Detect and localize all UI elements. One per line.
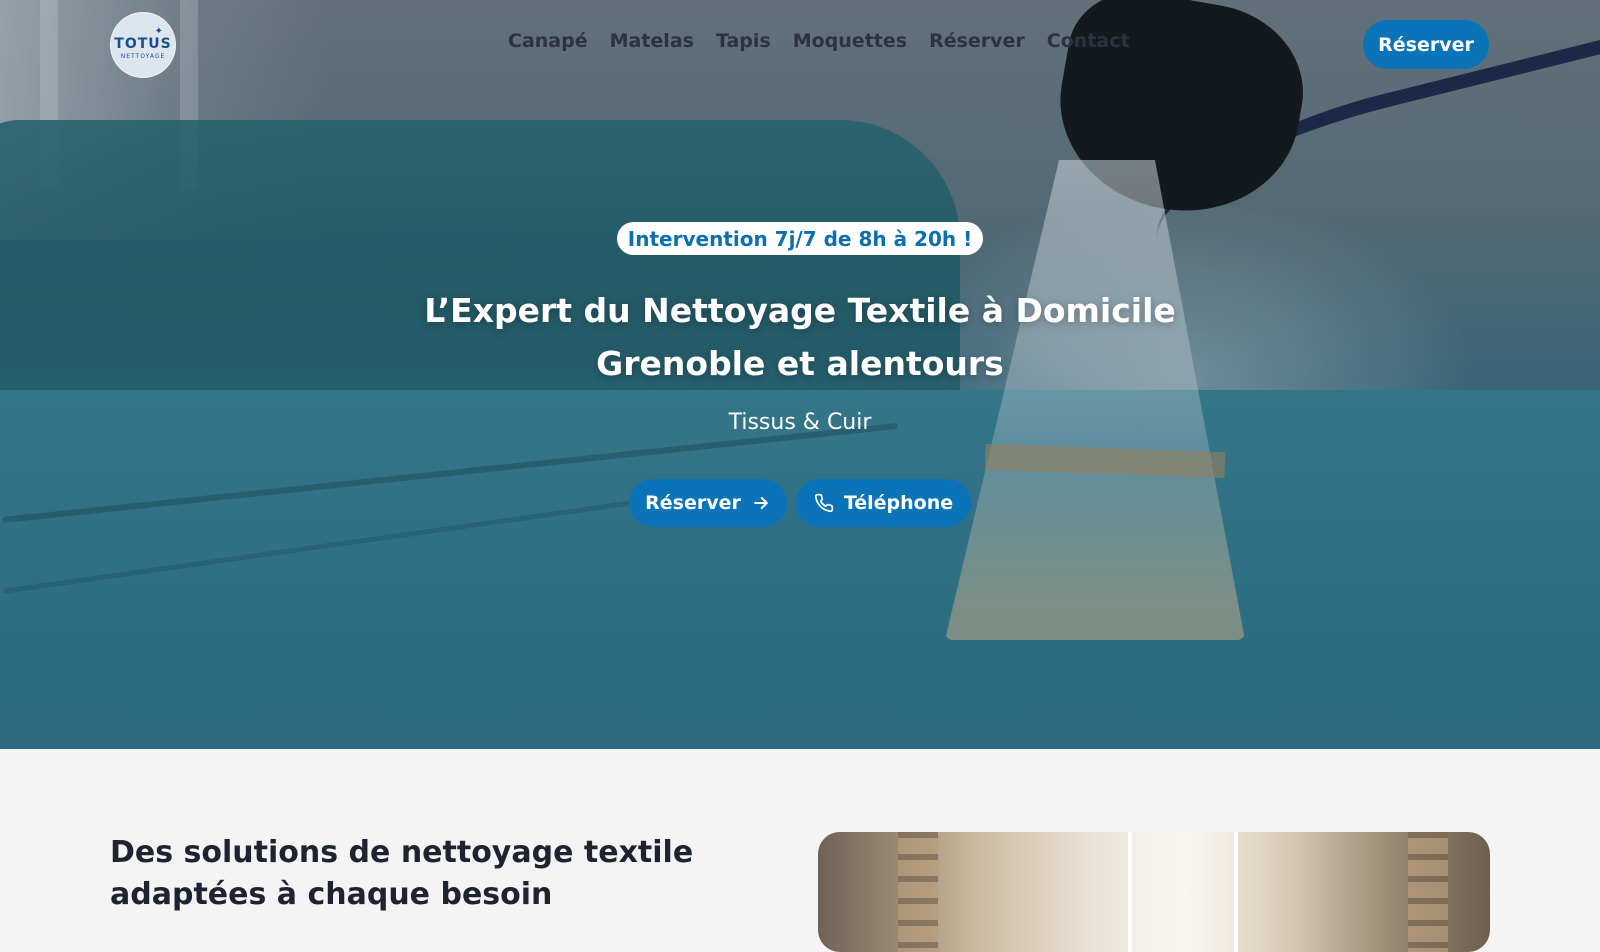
- phone-icon: [814, 493, 833, 513]
- hero-section: ✦ TOTUS NETTOYAGE Canapé Matelas Tapis M…: [0, 0, 1600, 749]
- sparkle-icon: ✦: [154, 26, 163, 37]
- brand-logo[interactable]: ✦ TOTUS NETTOYAGE: [110, 12, 176, 78]
- nav-item-moquettes[interactable]: Moquettes: [793, 30, 907, 52]
- hero-subtitle: Tissus & Cuir: [728, 410, 872, 435]
- hero-reserve-button[interactable]: Réserver: [629, 479, 787, 527]
- header-reserve-button[interactable]: Réserver: [1363, 20, 1489, 69]
- section-title: Des solutions de nettoyage textile adapt…: [110, 835, 694, 912]
- window: [1128, 832, 1238, 952]
- bookshelf: [1408, 832, 1448, 952]
- hero-phone-label: Téléphone: [843, 492, 954, 514]
- nav-item-tapis[interactable]: Tapis: [716, 30, 771, 52]
- nav-item-canape[interactable]: Canapé: [508, 30, 588, 52]
- hero-title: L’Expert du Nettoyage Textile à Domicile…: [350, 284, 1250, 390]
- hero-phone-button[interactable]: Téléphone: [796, 479, 971, 527]
- hero-title-line2: Grenoble et alentours: [596, 344, 1004, 383]
- arrow-right-icon: [754, 497, 768, 509]
- living-room-image: [818, 832, 1490, 952]
- nav-item-contact[interactable]: Contact: [1047, 30, 1130, 52]
- logo-main-text: TOTUS: [114, 35, 172, 52]
- nav-item-matelas[interactable]: Matelas: [610, 30, 694, 52]
- availability-badge: Intervention 7j/7 de 8h à 20h !: [617, 222, 983, 255]
- main-menu: Canapé Matelas Tapis Moquettes Réserver …: [508, 30, 1130, 52]
- hero-title-line1: L’Expert du Nettoyage Textile à Domicile: [424, 291, 1176, 330]
- nav-item-reserver[interactable]: Réserver: [929, 30, 1025, 52]
- top-navigation: ✦ TOTUS NETTOYAGE Canapé Matelas Tapis M…: [0, 12, 1600, 78]
- hero-reserve-label: Réserver: [645, 492, 741, 514]
- logo-sub-text: NETTOYAGE: [120, 52, 166, 60]
- bookshelf: [898, 832, 938, 952]
